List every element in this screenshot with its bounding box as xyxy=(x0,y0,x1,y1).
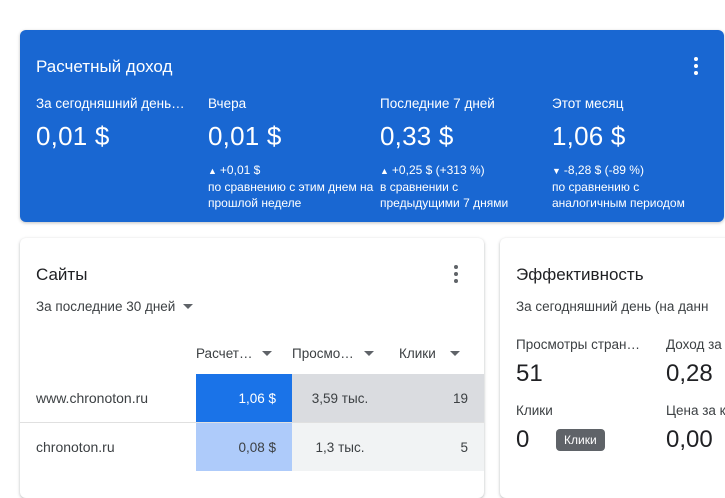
date-range-label: За последние 30 дней xyxy=(36,299,176,314)
arrow-up-icon: ▲ xyxy=(208,166,217,176)
change-text: +0,01 $ xyxy=(219,163,261,177)
sites-more-menu-icon[interactable] xyxy=(444,262,468,286)
performance-title: Эффективность xyxy=(516,265,644,284)
period-change: ▼ -8,28 $ (-89 %) xyxy=(552,162,712,179)
arrow-down-icon: ▼ xyxy=(552,166,561,176)
earnings-cell: 1,06 $ xyxy=(196,374,292,422)
period-compare-text: в сравнении с предыдущими 7 днями xyxy=(380,180,509,210)
metric-pageviews[interactable]: Просмотры стран… 51 xyxy=(516,337,652,388)
metric-value: 51 xyxy=(516,360,543,387)
table-row: chronoton.ru 0,08 $ 1,3 тыс. 5 xyxy=(20,422,484,471)
period-last-7-days[interactable]: Последние 7 дней 0,33 $ ▲ +0,25 $ (+313 %… xyxy=(380,96,540,211)
period-value: 1,06 $ xyxy=(552,121,626,151)
site-link[interactable]: www.chronoton.ru xyxy=(36,390,148,406)
period-value: 0,01 $ xyxy=(36,121,110,151)
period-label: За сегодняшний день… xyxy=(36,96,185,111)
period-value: 0,33 $ xyxy=(380,121,454,151)
metric-label: Доход за xyxy=(666,337,722,352)
period-compare-text: по сравнению с аналогичным периодом xyxy=(552,180,685,210)
site-link[interactable]: chronoton.ru xyxy=(36,439,115,455)
metric-value: 0,28 xyxy=(666,360,713,387)
metric-label: Клики xyxy=(516,403,553,418)
clicks-tooltip: Клики xyxy=(556,429,605,451)
period-label: Этот месяц xyxy=(552,96,624,111)
column-header-earnings[interactable]: Расчет… xyxy=(196,346,273,361)
sites-card: Сайты За последние 30 дней Расчет… Просм… xyxy=(20,238,484,498)
arrow-up-icon: ▲ xyxy=(380,166,389,176)
period-this-month[interactable]: Этот месяц 1,06 $ ▼ -8,28 $ (-89 %) по ср… xyxy=(552,96,712,211)
sort-caret-icon xyxy=(262,351,273,356)
dropdown-caret-icon xyxy=(183,304,194,309)
column-header-label: Расчет… xyxy=(196,346,253,361)
performance-card: Эффективность За сегодняшний день (на да… xyxy=(500,238,725,498)
pageviews-cell: 3,59 тыс. xyxy=(292,374,388,422)
clicks-cell: 19 xyxy=(388,374,484,422)
metric-value: 0,00 xyxy=(666,426,713,453)
period-today[interactable]: За сегодняшний день… 0,01 $ xyxy=(36,96,196,152)
sites-title: Сайты xyxy=(36,265,88,284)
period-change: ▲ +0,01 $ xyxy=(208,162,368,179)
earnings-more-menu-icon[interactable] xyxy=(684,54,708,78)
column-header-clicks[interactable]: Клики xyxy=(399,346,460,361)
period-yesterday[interactable]: Вчера 0,01 $ ▲ +0,01 $ по сравнению с эти… xyxy=(208,96,373,211)
column-header-pageviews[interactable]: Просмо… xyxy=(292,346,374,361)
column-header-label: Просмо… xyxy=(292,346,354,361)
metric-cost-per-click[interactable]: Цена за к 0,00 xyxy=(666,403,725,454)
estimated-earnings-card: Расчетный доход За сегодняшний день… 0,0… xyxy=(20,30,724,222)
metric-label: Цена за к xyxy=(666,403,725,418)
period-compare-text: по сравнению с этим днем на прошлой неде… xyxy=(208,180,374,210)
performance-subtitle: За сегодняшний день (на данн xyxy=(516,299,709,314)
metric-revenue[interactable]: Доход за 0,28 xyxy=(666,337,725,388)
clicks-cell: 5 xyxy=(388,423,484,471)
sort-caret-icon xyxy=(449,351,460,356)
period-label: Вчера xyxy=(208,96,247,111)
earnings-cell: 0,08 $ xyxy=(196,423,292,471)
date-range-dropdown[interactable]: За последние 30 дней xyxy=(36,299,194,314)
period-label: Последние 7 дней xyxy=(380,96,495,111)
column-header-label: Клики xyxy=(399,346,436,361)
table-row: www.chronoton.ru 1,06 $ 3,59 тыс. 19 xyxy=(20,374,484,422)
sort-caret-icon xyxy=(363,351,374,356)
period-change: ▲ +0,25 $ (+313 %) xyxy=(380,162,540,179)
change-text: -8,28 $ (-89 %) xyxy=(563,163,644,177)
earnings-title: Расчетный доход xyxy=(36,57,173,76)
change-text: +0,25 $ (+313 %) xyxy=(391,163,485,177)
metric-label: Просмотры стран… xyxy=(516,337,641,352)
period-value: 0,01 $ xyxy=(208,121,282,151)
pageviews-cell: 1,3 тыс. xyxy=(292,423,388,471)
